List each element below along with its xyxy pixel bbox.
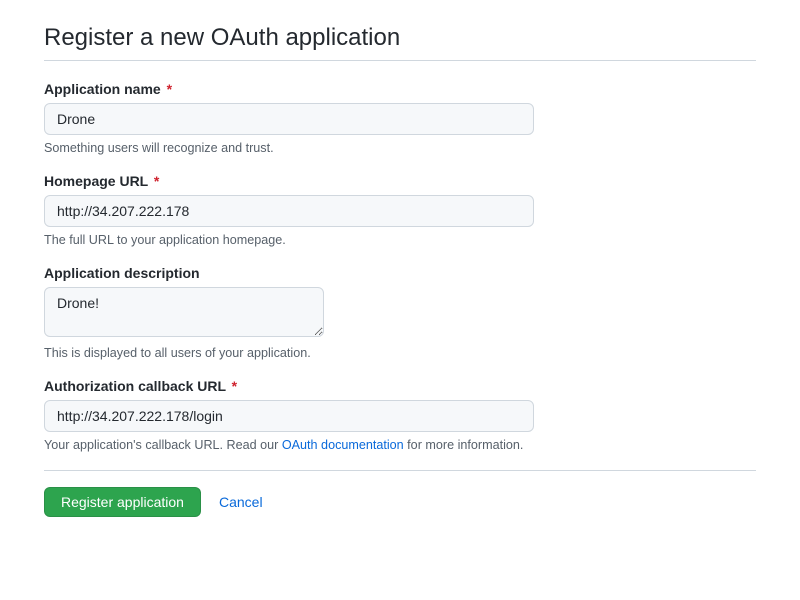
homepage-url-hint: The full URL to your application homepag… [44, 233, 756, 247]
app-name-group: Application name * Something users will … [44, 81, 756, 155]
callback-url-input[interactable] [44, 400, 534, 432]
form-actions: Register application Cancel [44, 470, 756, 517]
description-label: Application description [44, 265, 756, 281]
app-name-input[interactable] [44, 103, 534, 135]
callback-url-label: Authorization callback URL * [44, 378, 756, 394]
callback-url-group: Authorization callback URL * Your applic… [44, 378, 756, 452]
description-label-text: Application description [44, 265, 200, 281]
register-application-button[interactable]: Register application [44, 487, 201, 517]
homepage-url-label: Homepage URL * [44, 173, 756, 189]
page-title: Register a new OAuth application [44, 24, 756, 61]
callback-url-hint: Your application's callback URL. Read ou… [44, 438, 756, 452]
cancel-link[interactable]: Cancel [219, 494, 263, 510]
homepage-url-input[interactable] [44, 195, 534, 227]
app-name-label-text: Application name [44, 81, 161, 97]
description-hint: This is displayed to all users of your a… [44, 346, 756, 360]
app-name-hint: Something users will recognize and trust… [44, 141, 756, 155]
homepage-url-label-text: Homepage URL [44, 173, 148, 189]
callback-url-hint-suffix: for more information. [404, 438, 524, 452]
callback-url-label-text: Authorization callback URL [44, 378, 226, 394]
oauth-documentation-link[interactable]: OAuth documentation [282, 438, 404, 452]
app-name-label: Application name * [44, 81, 756, 97]
required-asterisk-icon: * [154, 173, 159, 189]
description-group: Application description Drone! This is d… [44, 265, 756, 360]
required-asterisk-icon: * [167, 81, 172, 97]
description-input[interactable]: Drone! [44, 287, 324, 337]
required-asterisk-icon: * [232, 378, 237, 394]
homepage-url-group: Homepage URL * The full URL to your appl… [44, 173, 756, 247]
callback-url-hint-prefix: Your application's callback URL. Read ou… [44, 438, 282, 452]
